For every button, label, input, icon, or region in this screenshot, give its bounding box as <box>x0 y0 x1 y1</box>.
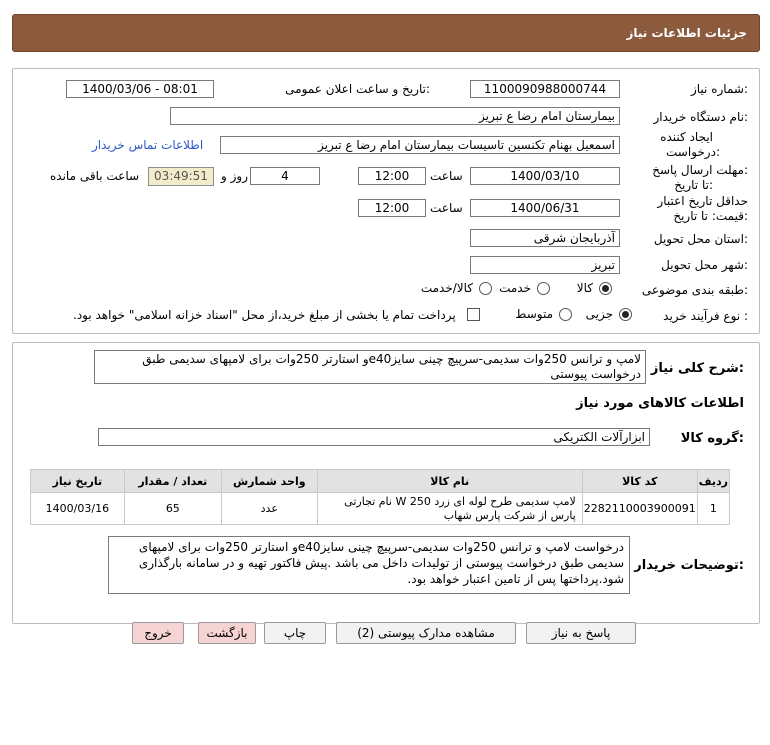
send-deadline-label-line2: تا تاریخ: <box>674 178 713 192</box>
category-option-label: خدمت <box>499 281 531 295</box>
attachments-button[interactable]: مشاهده مدارک پیوستی (2) <box>336 622 516 644</box>
announce-datetime-field: 1400/03/06 - 08:01 <box>66 80 214 98</box>
process-option-medium[interactable]: متوسط <box>508 307 572 323</box>
radio-empty-icon[interactable] <box>559 308 572 321</box>
buyer-notes-field: درخواست لامپ و ترانس 250وات سدیمی-سرپیچ … <box>108 536 630 594</box>
radio-empty-icon[interactable] <box>479 282 492 295</box>
need-number-field: 1100090988000744 <box>470 80 620 98</box>
category-option-service[interactable]: خدمت <box>496 281 550 297</box>
creator-label-line1: ایجاد کننده <box>660 130 713 144</box>
category-option-label: کالا/خدمت <box>420 281 473 295</box>
summary-label: شرح کلی نیاز: <box>650 361 744 376</box>
table-row[interactable]: 1400/03/16 65 عدد لامپ سدیمی طرح لوله ای… <box>30 492 731 525</box>
cell-qty: 65 <box>123 492 222 525</box>
goods-table: تاریخ نیاز تعداد / مقدار واحد شمارش نام … <box>30 469 731 525</box>
creator-field: اسمعیل بهنام تکنسین تاسیسات بیمارستان ام… <box>220 136 620 154</box>
cell-name: لامپ سدیمی طرح لوله ای زرد W 250 نام تجا… <box>316 492 583 525</box>
payment-treasury-text: پرداخت تمام یا بخشی از مبلغ خرید،از محل … <box>73 308 456 322</box>
days-label: روز و <box>221 169 248 183</box>
buyer-org-label: نام دستگاه خریدار: <box>653 110 749 124</box>
need-number-label: شماره نیاز: <box>690 82 748 96</box>
category-option-label: کالا <box>576 281 593 295</box>
exit-button[interactable]: خروج <box>132 622 184 644</box>
category-option-goods-service[interactable]: کالا/خدمت <box>414 281 492 297</box>
buyer-org-field: بیمارستان امام رضا ع تبریز <box>170 107 620 125</box>
days-remaining-field: 4 <box>250 167 320 185</box>
validity-time-field: 12:00 <box>358 199 426 217</box>
buyer-contact-link[interactable]: اطلاعات تماس خریدار <box>92 138 203 152</box>
goods-group-label: گروه کالا: <box>680 431 744 446</box>
city-field: تبریز <box>470 256 620 274</box>
goods-table-header: تاریخ نیاز تعداد / مقدار واحد شمارش نام … <box>30 469 731 493</box>
buyer-notes-label: توضیحات خریدار: <box>634 558 744 573</box>
send-deadline-date-field: 1400/03/10 <box>470 167 620 185</box>
remaining-time-label: ساعت باقی مانده <box>50 169 140 183</box>
goods-section-title: اطلاعات کالاهای مورد نیاز <box>576 396 744 411</box>
cell-date: 1400/03/16 <box>30 492 125 525</box>
remaining-time-counter: 03:49:51 <box>148 167 214 186</box>
province-label: استان محل تحویل: <box>653 232 748 246</box>
goods-group-field: ابزارآلات الکتریکی <box>98 428 650 446</box>
reply-button[interactable]: پاسخ به نیاز <box>526 622 636 644</box>
process-option-label: متوسط <box>515 307 553 321</box>
print-button[interactable]: چاپ <box>264 622 326 644</box>
city-label: شهر محل تحویل: <box>661 258 748 272</box>
col-date: تاریخ نیاز <box>30 469 125 493</box>
col-name: نام کالا <box>316 469 583 493</box>
province-field: آذربایجان شرقی <box>470 229 620 247</box>
summary-field: لامپ و ترانس 250وات سدیمی-سرپیچ چینی سای… <box>94 350 646 384</box>
process-type-label: نوع فرآیند خرید : <box>663 309 748 323</box>
page-title: جزئیات اطلاعات نیاز <box>626 26 747 40</box>
validity-label-line1: حداقل تاریخ اعتبار <box>657 194 748 208</box>
payment-treasury-checkbox[interactable] <box>467 308 480 321</box>
process-option-minor[interactable]: جزیی <box>580 307 632 323</box>
creator-label-line2: درخواست: <box>666 145 720 159</box>
cell-index: 1 <box>696 492 731 525</box>
radio-selected-icon[interactable] <box>619 308 632 321</box>
radio-empty-icon[interactable] <box>537 282 550 295</box>
col-qty: تعداد / مقدار <box>123 469 222 493</box>
validity-label-line2: قیمت: تا تاریخ: <box>673 209 748 223</box>
send-time-field: 12:00 <box>358 167 426 185</box>
validity-date-field: 1400/06/31 <box>470 199 620 217</box>
send-deadline-label-line1: مهلت ارسال پاسخ: <box>652 163 748 177</box>
category-option-goods[interactable]: کالا <box>560 281 612 297</box>
page-header: جزئیات اطلاعات نیاز <box>12 14 760 52</box>
process-option-label: جزیی <box>585 307 613 321</box>
cell-code: 2282110003900091 <box>581 492 698 525</box>
radio-selected-icon[interactable] <box>599 282 612 295</box>
announce-datetime-label: تاریخ و ساعت اعلان عمومی: <box>285 82 430 96</box>
validity-time-label: ساعت <box>430 201 463 215</box>
col-code: کد کالا <box>581 469 698 493</box>
back-button[interactable]: بازگشت <box>198 622 256 644</box>
send-time-label: ساعت <box>430 169 463 183</box>
cell-unit: عدد <box>220 492 318 525</box>
col-index: ردیف <box>696 469 731 493</box>
col-unit: واحد شمارش <box>220 469 318 493</box>
category-label: طبقه بندی موضوعی: <box>641 283 748 297</box>
